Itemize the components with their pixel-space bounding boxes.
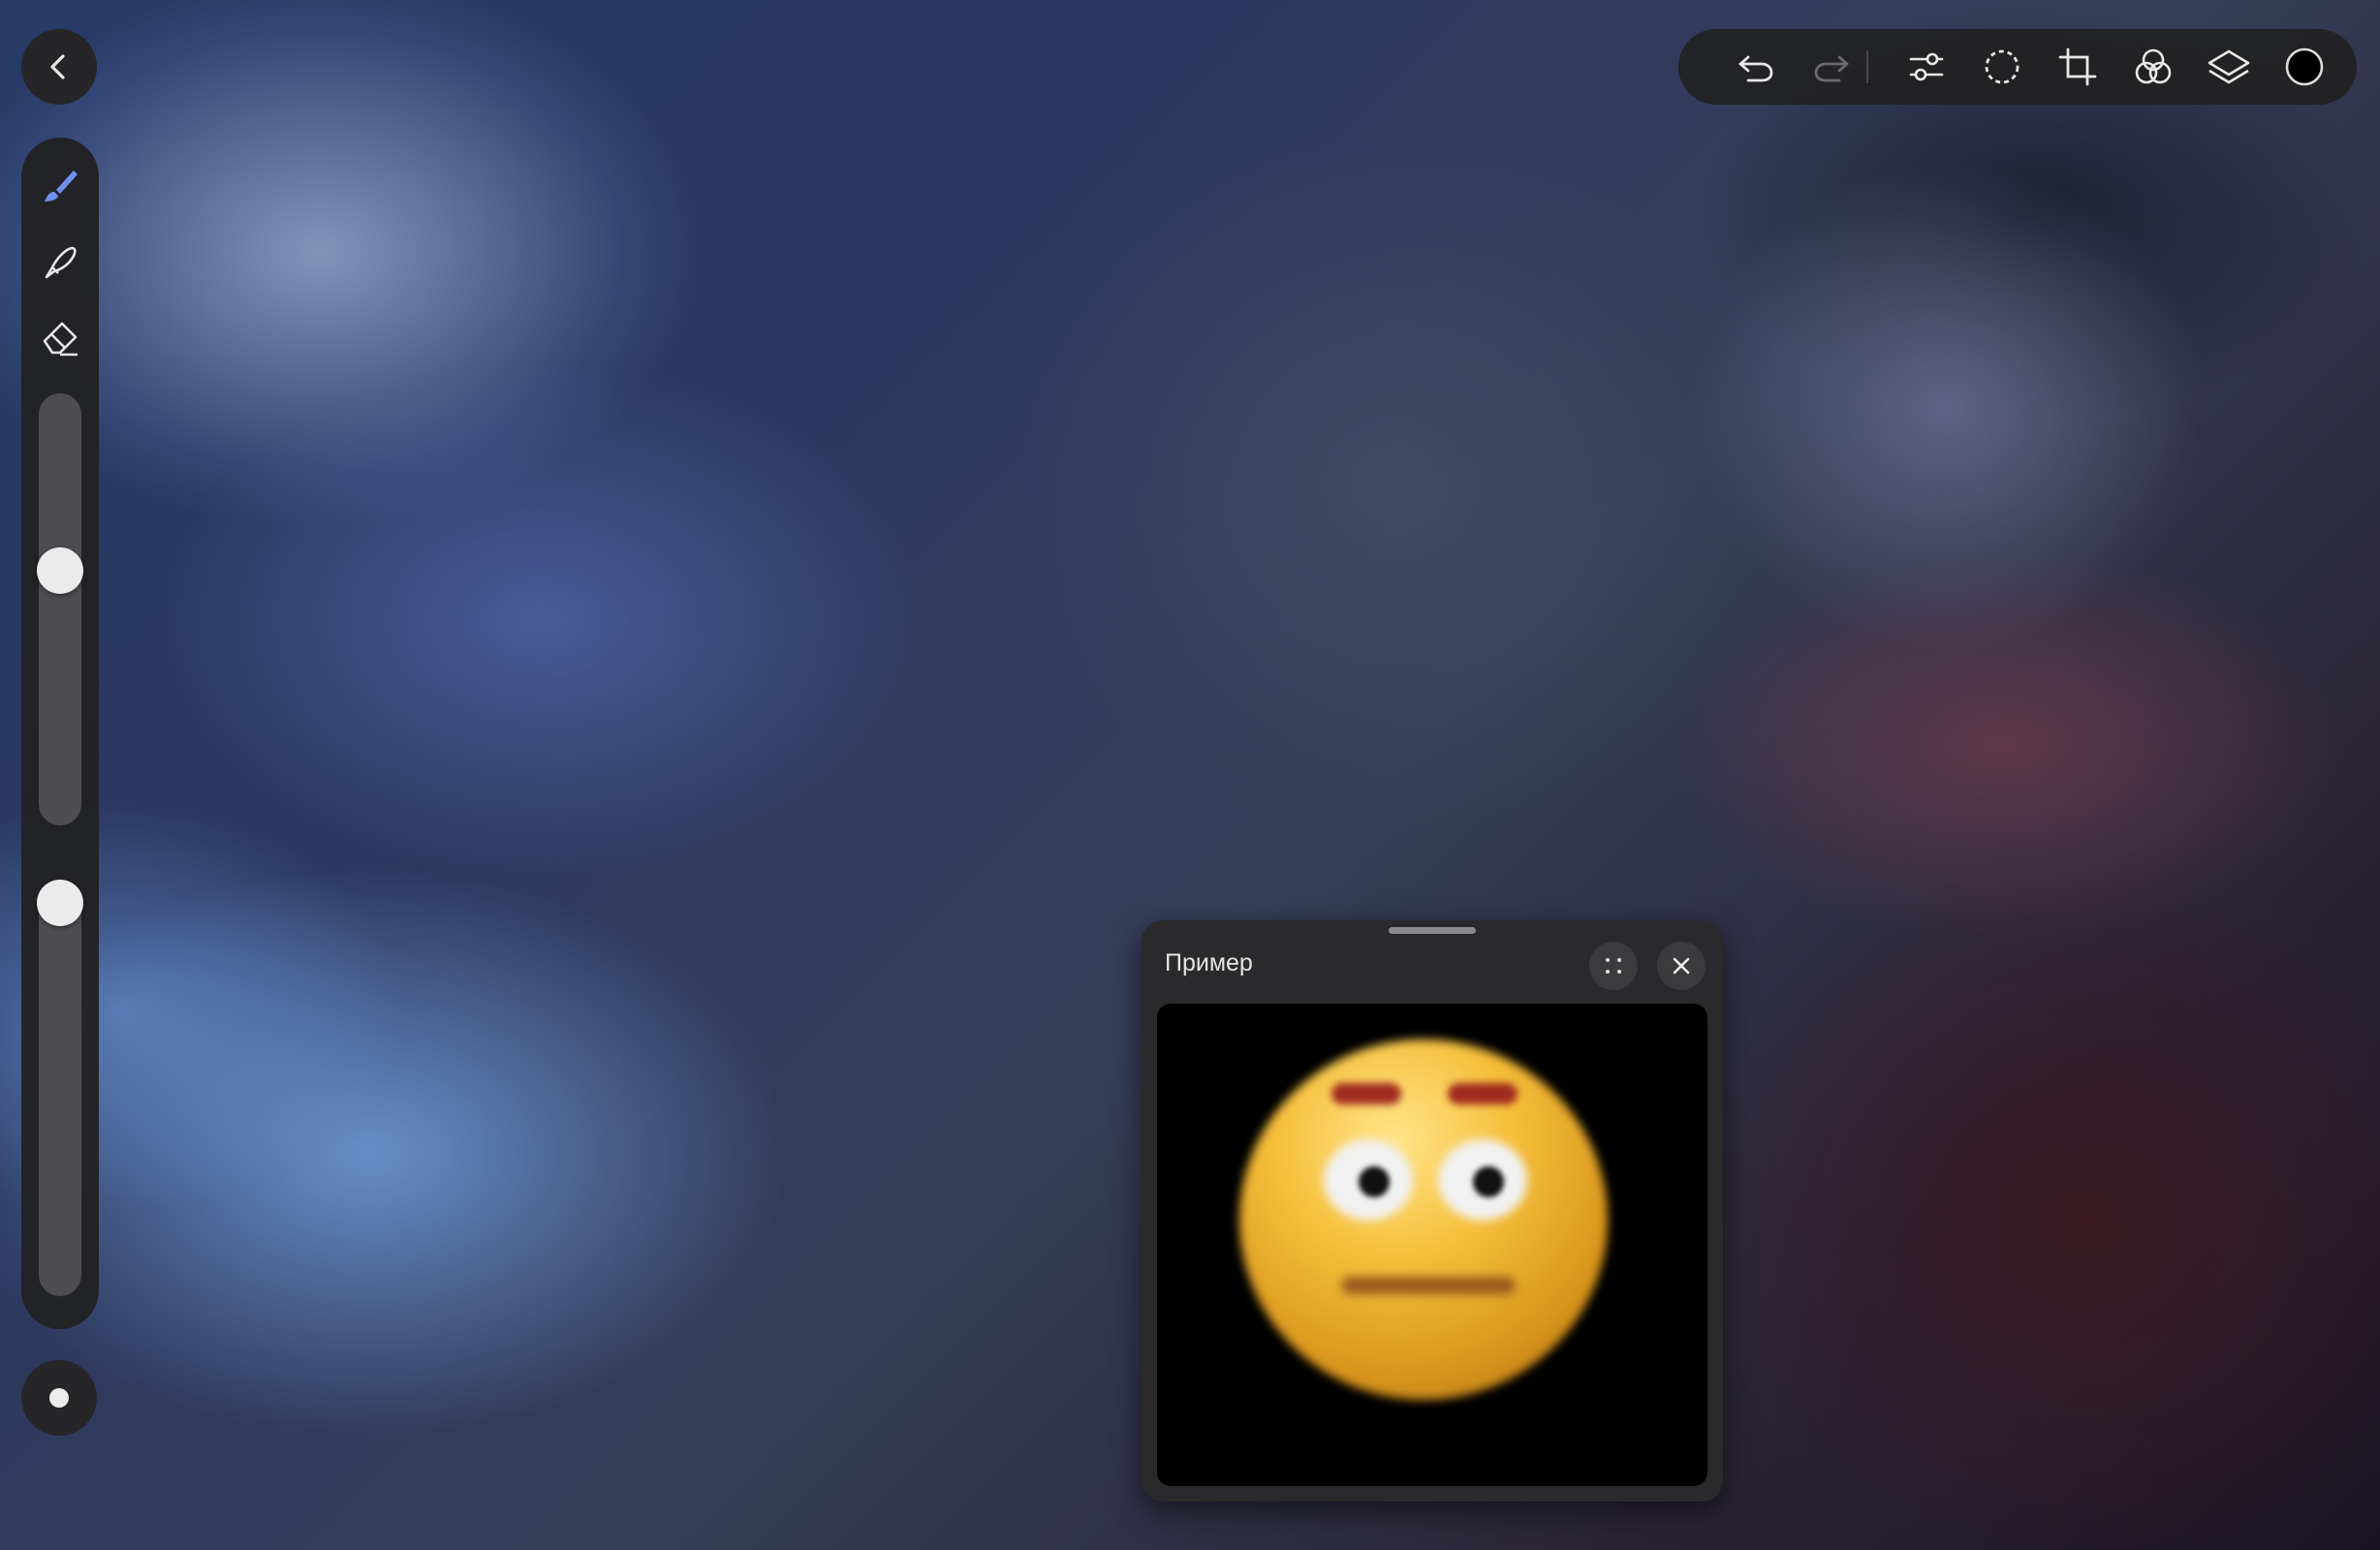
- reference-window[interactable]: Пример: [1142, 920, 1723, 1502]
- undo-button[interactable]: [1729, 40, 1783, 94]
- selection-icon: [1985, 49, 2020, 84]
- brush-tool-button[interactable]: [33, 159, 87, 213]
- redo-button[interactable]: [1804, 40, 1859, 94]
- redo-icon: [1814, 55, 1849, 82]
- emoji-eyebrow-right: [1448, 1083, 1518, 1104]
- toolbar-divider: [1866, 50, 1868, 83]
- emoji-face-image: [1239, 1039, 1608, 1400]
- tool-sidebar: [21, 138, 99, 1329]
- color-swatch-icon: [2285, 47, 2324, 86]
- reference-options-button[interactable]: [1589, 942, 1638, 990]
- undo-icon: [1738, 55, 1773, 82]
- close-icon: [1673, 957, 1690, 975]
- back-button[interactable]: [21, 29, 97, 105]
- layers-icon: [2208, 49, 2250, 84]
- eraser-icon: [43, 322, 78, 356]
- brush-icon: [45, 170, 78, 202]
- modify-button[interactable]: [21, 1360, 97, 1436]
- smudge-icon: [45, 246, 77, 279]
- layers-button[interactable]: [2202, 40, 2256, 94]
- dot-icon: [49, 1388, 69, 1408]
- selection-button[interactable]: [1975, 40, 2029, 94]
- reference-close-button[interactable]: [1657, 942, 1706, 990]
- chevron-left-icon: [50, 54, 65, 79]
- smudge-tool-button[interactable]: [33, 234, 87, 289]
- emoji-pupil-left: [1359, 1166, 1390, 1197]
- reference-image[interactable]: [1157, 1004, 1707, 1486]
- color-button[interactable]: [2277, 40, 2332, 94]
- expand-dots-icon: [1606, 958, 1621, 974]
- reference-title: Пример: [1165, 949, 1253, 976]
- emoji-pupil-right: [1473, 1166, 1504, 1197]
- blend-button[interactable]: [2126, 40, 2180, 94]
- emoji-eyebrow-left: [1331, 1083, 1401, 1104]
- brush-size-slider[interactable]: [37, 393, 83, 825]
- transform-button[interactable]: [2051, 40, 2105, 94]
- brush-opacity-slider[interactable]: [37, 880, 83, 1296]
- top-toolbar: [1678, 29, 2357, 105]
- adjustments-button[interactable]: [1899, 40, 1954, 94]
- eraser-tool-button[interactable]: [33, 310, 87, 364]
- brush-opacity-thumb[interactable]: [37, 880, 83, 926]
- emoji-mouth: [1341, 1277, 1516, 1294]
- brush-size-thumb[interactable]: [37, 547, 83, 595]
- transform-icon: [2058, 47, 2097, 86]
- sliders-icon: [1909, 52, 1944, 81]
- blend-circles-icon: [2135, 48, 2172, 84]
- reference-drag-handle[interactable]: [1389, 927, 1476, 934]
